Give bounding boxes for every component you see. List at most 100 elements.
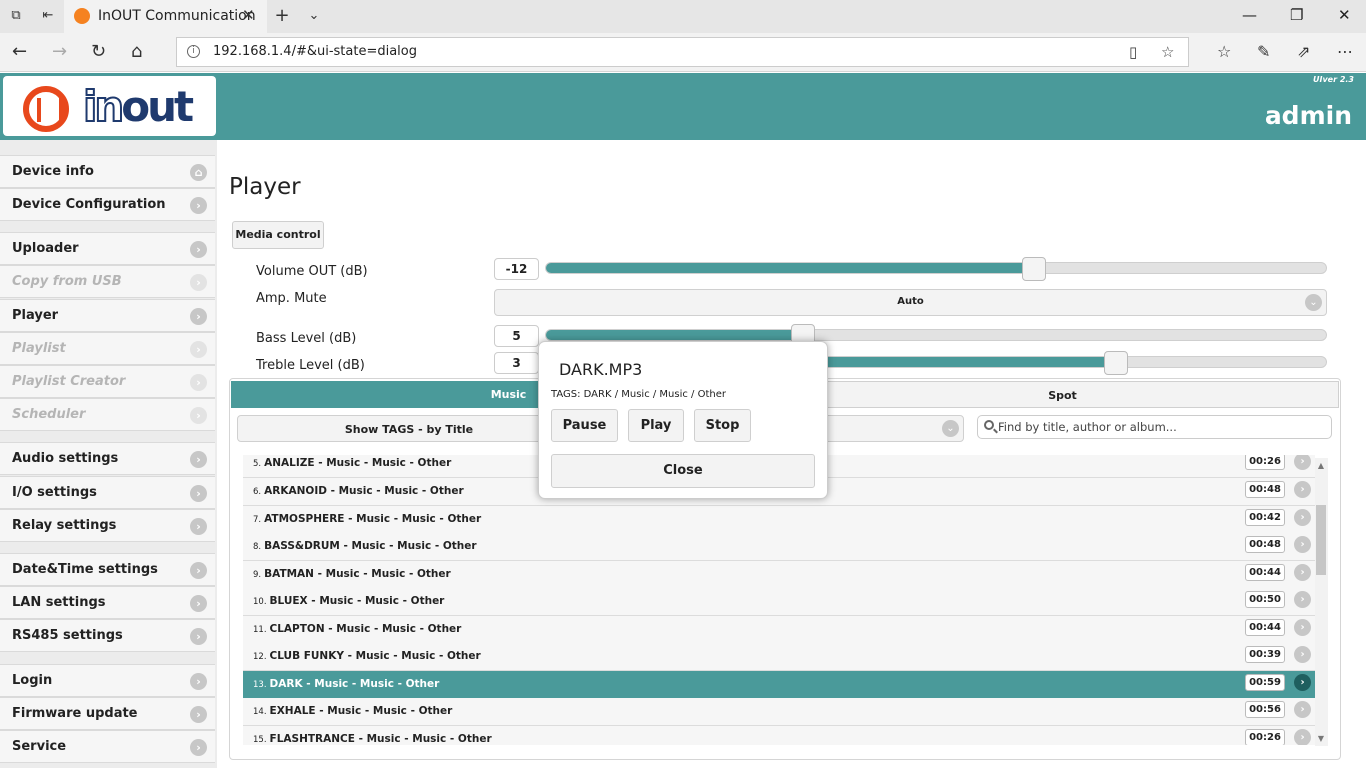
table-row[interactable]: 15. FLASHTRANCE - Music - Music - Other 00… <box>243 726 1315 745</box>
table-row[interactable]: 7. ATMOSPHERE - Music - Music - Other 00:4… <box>243 506 1315 534</box>
bass-label: Bass Level (dB) <box>256 331 357 346</box>
back-icon[interactable]: ← <box>12 42 27 62</box>
bass-slider-track[interactable] <box>545 329 1327 341</box>
sidebar-item-rs485-settings[interactable]: RS485 settings › <box>0 619 215 652</box>
share-icon[interactable]: ⇗ <box>1297 42 1310 61</box>
tab-actions-icon[interactable]: ⧉ <box>8 8 24 24</box>
chevron-right-icon: › <box>190 595 207 612</box>
browser-tab[interactable]: InOUT Communication ✕ <box>64 0 267 33</box>
tab-close-icon[interactable]: ✕ <box>242 6 255 24</box>
close-button[interactable]: Close <box>551 454 815 488</box>
sidebar-item-audio-settings[interactable]: Audio settings › <box>0 442 215 475</box>
track-number: 5. <box>253 459 262 469</box>
sidebar-item-io-settings[interactable]: I/O settings › <box>0 476 215 509</box>
sidebar-item-login[interactable]: Login › <box>0 664 215 697</box>
chevron-right-icon[interactable]: › <box>1294 674 1311 691</box>
chevron-right-icon[interactable]: › <box>1294 509 1311 526</box>
track-number: 11. <box>253 625 267 635</box>
tab-spot[interactable]: Spot <box>786 381 1339 408</box>
chevron-right-icon[interactable]: › <box>1294 481 1311 498</box>
dialog-tags: TAGS: DARK / Music / Music / Other <box>551 389 726 400</box>
set-aside-tabs-icon[interactable]: ⇤ <box>40 8 56 24</box>
search-field <box>977 415 1332 439</box>
track-number: 14. <box>253 707 267 717</box>
table-row[interactable]: 14. EXHALE - Music - Music - Other 00:56 › <box>243 698 1315 726</box>
volume-slider-track[interactable] <box>545 262 1327 274</box>
sidebar-item-label: Player <box>12 308 59 323</box>
pen-icon[interactable]: ✎ <box>1257 42 1270 61</box>
sidebar-item-label: Copy from USB <box>12 274 122 289</box>
stop-button[interactable]: Stop <box>694 409 751 442</box>
new-tab-icon[interactable]: + <box>274 7 290 25</box>
sidebar-item-playlist-creator: Playlist Creator › <box>0 365 215 398</box>
sidebar-item-label: Playlist <box>12 341 66 356</box>
track-duration: 00:50 <box>1245 591 1285 608</box>
sidebar-item-player[interactable]: Player › <box>0 299 215 332</box>
bass-value[interactable]: 5 <box>494 325 539 347</box>
site-info-icon[interactable]: i <box>187 45 200 58</box>
sidebar-item-device-info[interactable]: Device info ⌂ <box>0 155 215 188</box>
favorites-icon[interactable]: ☆ <box>1217 42 1231 61</box>
sidebar-item-device-configuration[interactable]: Device Configuration › <box>0 188 215 221</box>
track-duration: 00:48 <box>1245 481 1285 498</box>
chevron-down-icon: ⌄ <box>1305 294 1322 311</box>
sidebar-item-lan-settings[interactable]: LAN settings › <box>0 586 215 619</box>
sidebar-item-datetime-settings[interactable]: Date&Time settings › <box>0 553 215 586</box>
sidebar-item-relay-settings[interactable]: Relay settings › <box>0 509 215 542</box>
track-title: BASS&DRUM - Music - Music - Other <box>264 540 477 552</box>
volume-value[interactable]: -12 <box>494 258 539 280</box>
media-control-button[interactable]: Media control <box>232 221 324 249</box>
volume-slider-handle[interactable] <box>1022 257 1046 281</box>
sidebar-item-label: Device Configuration <box>12 197 166 212</box>
treble-value[interactable]: 3 <box>494 352 539 374</box>
track-duration: 00:59 <box>1245 674 1285 691</box>
table-row[interactable]: 8. BASS&DRUM - Music - Music - Other 00:48… <box>243 533 1315 561</box>
chevron-right-icon[interactable]: › <box>1294 701 1311 718</box>
chevron-right-icon[interactable]: › <box>1294 646 1311 663</box>
sidebar-item-service[interactable]: Service › <box>0 730 215 763</box>
treble-slider-handle[interactable] <box>1104 351 1128 375</box>
window-close-icon[interactable]: ✕ <box>1338 6 1351 24</box>
more-icon[interactable]: ⋯ <box>1337 42 1353 61</box>
url-input[interactable]: i 192.168.1.4/#&ui-state=dialog ▯ ☆ <box>176 37 1189 67</box>
track-title: DARK - Music - Music - Other <box>269 678 440 690</box>
pause-button[interactable]: Pause <box>551 409 618 442</box>
minimize-icon[interactable]: — <box>1242 6 1257 24</box>
sidebar-item-uploader[interactable]: Uploader › <box>0 232 215 265</box>
chevron-right-icon[interactable]: › <box>1294 564 1311 581</box>
track-number: 15. <box>253 735 267 745</box>
chevron-right-icon[interactable]: › <box>1294 619 1311 636</box>
track-duration: 00:44 <box>1245 564 1285 581</box>
chevron-right-icon[interactable]: › <box>1294 536 1311 553</box>
sidebar-item-firmware-update[interactable]: Firmware update › <box>0 697 215 730</box>
table-row[interactable]: 9. BATMAN - Music - Music - Other 00:44 › <box>243 561 1315 589</box>
table-row[interactable]: 12. CLUB FUNKY - Music - Music - Other 00:… <box>243 643 1315 671</box>
chevron-right-icon[interactable]: › <box>1294 455 1311 470</box>
track-duration: 00:44 <box>1245 619 1285 636</box>
dialog-title: DARK.MP3 <box>559 360 643 379</box>
favorite-star-icon[interactable]: ☆ <box>1161 43 1174 61</box>
table-row[interactable]: 10. BLUEX - Music - Music - Other 00:50 › <box>243 588 1315 616</box>
refresh-icon[interactable]: ↻ <box>91 42 106 62</box>
reading-view-icon[interactable]: ▯ <box>1129 43 1137 61</box>
table-row-selected[interactable]: 13. DARK - Music - Music - Other 00:59 › <box>243 671 1315 699</box>
chevron-right-icon: › <box>190 451 207 468</box>
table-row[interactable]: 11. CLAPTON - Music - Music - Other 00:44 › <box>243 616 1315 644</box>
sidebar-item-label: Uploader <box>12 241 79 256</box>
chevron-right-icon[interactable]: › <box>1294 591 1311 608</box>
amp-mute-select[interactable]: Auto ⌄ <box>494 289 1327 316</box>
tab-list-chevron-icon[interactable]: ⌄ <box>306 8 322 24</box>
home-icon[interactable]: ⌂ <box>131 42 142 62</box>
search-input[interactable] <box>998 419 1318 435</box>
tab-title: InOUT Communication <box>98 8 256 24</box>
search-icon <box>984 420 994 430</box>
list-scrollbar[interactable] <box>1315 458 1328 746</box>
play-button[interactable]: Play <box>628 409 684 442</box>
forward-icon[interactable]: → <box>52 42 67 62</box>
scroll-up-icon[interactable]: ▲ <box>1316 461 1326 470</box>
chevron-right-icon[interactable]: › <box>1294 729 1311 745</box>
scroll-down-icon[interactable]: ▼ <box>1316 734 1326 743</box>
maximize-icon[interactable]: ❐ <box>1290 6 1303 24</box>
track-title: FLASHTRANCE - Music - Music - Other <box>269 733 492 745</box>
list-scrollbar-thumb[interactable] <box>1316 505 1326 575</box>
